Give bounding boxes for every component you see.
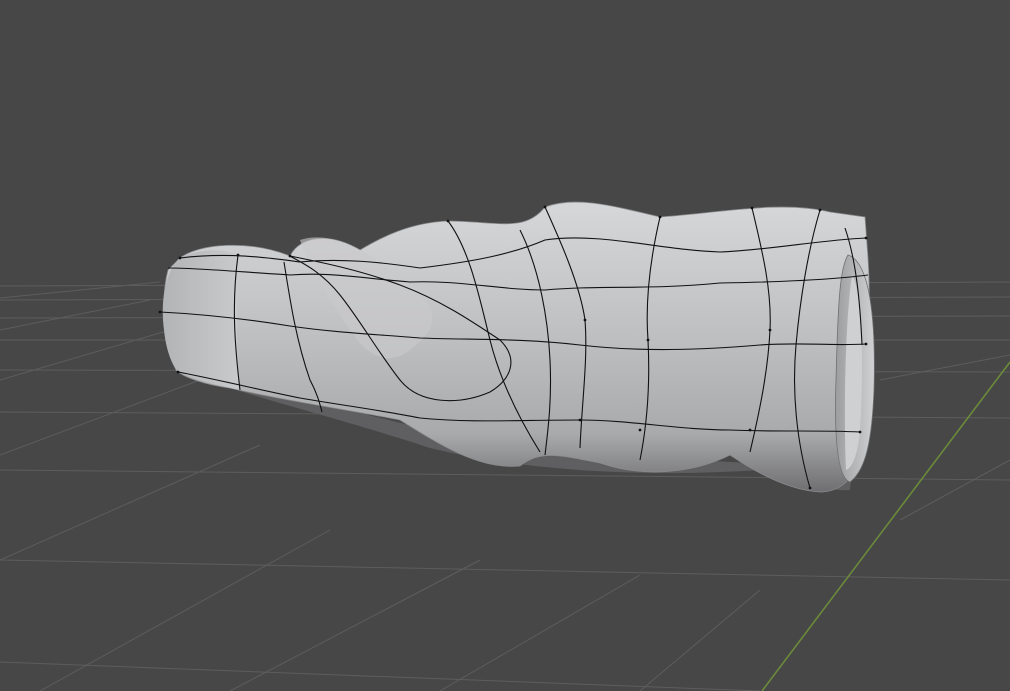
viewport-canvas[interactable] — [0, 0, 1010, 691]
mesh-body — [163, 201, 870, 493]
mesh-object[interactable] — [158, 201, 875, 493]
3d-viewport[interactable] — [0, 0, 1010, 691]
